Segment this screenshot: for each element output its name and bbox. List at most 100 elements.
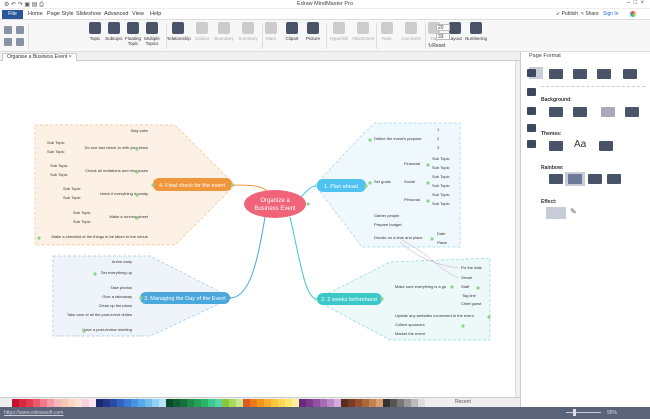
color-swatch[interactable] <box>47 399 54 407</box>
color-swatch[interactable] <box>33 399 40 407</box>
paste-icon[interactable] <box>16 38 24 46</box>
color-swatch[interactable] <box>89 399 96 407</box>
topic-label[interactable]: Place <box>437 240 448 245</box>
topic-label[interactable]: Arrive early <box>112 259 132 264</box>
color-swatch[interactable] <box>320 399 327 407</box>
color-palette[interactable]: Recent <box>0 397 520 407</box>
zoom-slider-handle[interactable] <box>573 409 576 416</box>
topic-label[interactable]: Decide on a time and place <box>374 235 423 240</box>
color-swatch[interactable] <box>166 399 173 407</box>
color-swatch[interactable] <box>404 399 411 407</box>
topic-label[interactable]: Organize a <box>260 198 290 204</box>
color-swatch[interactable] <box>229 399 236 407</box>
topic-label[interactable]: 4. Final check for the event <box>159 183 226 189</box>
topic-label[interactable]: Set everything up <box>101 270 133 275</box>
background-color-icon[interactable] <box>549 107 563 117</box>
topic-label[interactable]: Staff <box>461 284 470 289</box>
color-swatch[interactable] <box>173 399 180 407</box>
expand-toggle-icon[interactable] <box>135 193 139 197</box>
topic-label[interactable]: Fix the date <box>461 265 483 270</box>
ribbon-button-callout[interactable]: Callout <box>190 22 214 41</box>
topic-label[interactable]: Define the event's purpose <box>374 136 422 141</box>
topic-label[interactable]: Update any websites connected to the eve… <box>395 313 475 318</box>
color-swatch[interactable] <box>271 399 278 407</box>
mindmap[interactable]: Organize a Business Event 4. Final check f… <box>0 61 516 397</box>
expand-toggle-icon[interactable] <box>430 237 434 241</box>
menu-home[interactable]: Home <box>28 11 43 17</box>
effect-pen-icon[interactable] <box>546 207 566 219</box>
color-swatch[interactable] <box>292 399 299 407</box>
color-swatch[interactable] <box>334 399 341 407</box>
color-swatch[interactable] <box>180 399 187 407</box>
color-swatch[interactable] <box>40 399 47 407</box>
color-swatch[interactable] <box>152 399 159 407</box>
expand-toggle-icon[interactable] <box>364 184 368 188</box>
color-swatch[interactable] <box>236 399 243 407</box>
topic-label[interactable]: Sub Topic <box>50 163 68 168</box>
color-swatch[interactable] <box>341 399 348 407</box>
topic-label[interactable]: Set goals <box>374 179 391 184</box>
website-link[interactable]: https://www.edrawsoft.com <box>4 410 63 416</box>
menu-page-style[interactable]: Page Style <box>47 11 74 17</box>
list-layout-icon[interactable] <box>623 69 637 79</box>
expand-toggle-icon[interactable] <box>306 202 310 206</box>
page-format-icon[interactable] <box>527 69 536 77</box>
window-controls[interactable]: – □ × <box>627 0 644 6</box>
color-swatch[interactable] <box>327 399 334 407</box>
color-swatch[interactable] <box>124 399 131 407</box>
color-swatch[interactable] <box>355 399 362 407</box>
tree-layout-icon[interactable] <box>597 69 611 79</box>
color-swatch[interactable] <box>222 399 229 407</box>
color-swatch[interactable] <box>278 399 285 407</box>
document-tab[interactable]: Organise a Business Event × <box>2 53 77 61</box>
expand-toggle-icon[interactable] <box>135 170 139 174</box>
topic-label[interactable]: Sub Topic <box>432 174 450 179</box>
task-icon[interactable] <box>527 124 536 132</box>
theme-font-icon[interactable]: Aa <box>574 139 586 150</box>
reset-button[interactable]: ↻Reset <box>428 43 445 49</box>
topic-label[interactable]: Financial <box>404 161 420 166</box>
expand-toggle-icon[interactable] <box>426 199 430 203</box>
topic-label[interactable]: Venue <box>461 275 473 280</box>
rainbow-option-2[interactable] <box>568 174 582 184</box>
ribbon-button-note[interactable]: Note <box>375 22 399 41</box>
menu-advanced[interactable]: Advanced <box>104 11 128 17</box>
minimize-icon[interactable]: – <box>627 0 630 6</box>
topic-label[interactable]: Sub Topic <box>73 219 91 224</box>
background-image-icon[interactable] <box>573 107 587 117</box>
color-swatch[interactable] <box>26 399 33 407</box>
topic-label[interactable]: Make a running sheet <box>110 214 149 219</box>
expand-toggle-icon[interactable] <box>476 286 480 290</box>
topic-label[interactable]: Stay calm <box>130 128 148 133</box>
topic-label[interactable]: Gather people <box>374 213 400 218</box>
expand-toggle-icon[interactable] <box>139 296 143 300</box>
close-tab-icon[interactable]: × <box>69 54 72 60</box>
clipart-icon[interactable] <box>527 107 536 115</box>
topic-label[interactable]: Clean up the place <box>99 303 133 308</box>
topic-label[interactable]: Social <box>404 179 415 184</box>
color-swatch[interactable] <box>215 399 222 407</box>
topic-label[interactable]: Take photos <box>110 285 132 290</box>
horizontal-spacing-input[interactable]: 20 <box>436 24 450 31</box>
topic-label[interactable]: Make sure everything is a go <box>395 284 447 289</box>
close-icon[interactable]: × <box>640 0 644 6</box>
sign-in-link[interactable]: Sign In <box>603 11 619 17</box>
color-swatch[interactable] <box>159 399 166 407</box>
expand-toggle-icon[interactable] <box>93 272 97 276</box>
cut-icon[interactable] <box>4 26 12 34</box>
color-swatch[interactable] <box>257 399 264 407</box>
vertical-spacing-input[interactable]: 33 <box>436 33 450 40</box>
expand-toggle-icon[interactable] <box>151 183 155 187</box>
color-swatch[interactable] <box>61 399 68 407</box>
topic-label[interactable]: Prepare budget <box>374 222 402 227</box>
color-swatch[interactable] <box>68 399 75 407</box>
color-swatch[interactable] <box>243 399 250 407</box>
ribbon-button-summary[interactable]: Summary <box>236 22 260 41</box>
rainbow-option-1[interactable] <box>549 174 563 184</box>
topic-label[interactable]: Sub Topic <box>63 186 81 191</box>
color-swatch[interactable] <box>376 399 383 407</box>
quick-access-toolbar[interactable]: ⚙ ↶ ↷ ▣ ▤ ⎙ <box>4 1 44 9</box>
color-swatch[interactable] <box>145 399 152 407</box>
color-swatch[interactable] <box>138 399 145 407</box>
color-swatch[interactable] <box>418 399 425 407</box>
